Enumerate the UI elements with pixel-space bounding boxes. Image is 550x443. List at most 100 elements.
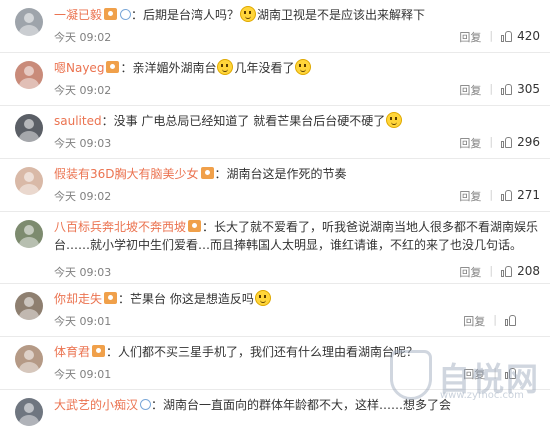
comment-list: 一凝已毅 ：后期是台湾人吗？ 湖南卫视是不是应该出来解释下 今天 09:02 回复 … — [0, 0, 550, 426]
action-divider: | — [489, 264, 494, 277]
reply-button[interactable]: 回复 — [463, 313, 485, 329]
reply-button[interactable]: 回复 — [459, 135, 481, 151]
comment-item: 八百标兵奔北坡不奔西坡 ：长大了就不爱看了，听我爸说湖南当地人很多都不看湖南娱乐台… — [0, 212, 550, 284]
comment-text-part2: 几年没看了 — [234, 61, 295, 75]
username-link[interactable]: 一凝已毅 — [54, 8, 102, 22]
avatar[interactable] — [15, 8, 43, 36]
like-count: 420 — [517, 29, 540, 43]
like-icon[interactable] — [501, 31, 513, 42]
like-count: 208 — [517, 264, 540, 278]
reply-button[interactable]: 回复 — [459, 29, 481, 45]
comment-text: ：亲洋媚外湖南台 — [120, 61, 217, 75]
comment-content: 八百标兵奔北坡不奔西坡 ：长大了就不爱看了，听我爸说湖南当地人很多都不看湖南娱乐台… — [54, 218, 540, 254]
like-icon[interactable] — [505, 315, 516, 326]
comment-content: 假装有36D胸大有脑美少女 ：湖南台这是作死的节奏 — [54, 165, 540, 183]
comment-meta: 今天 09:02 回复 | 271 — [54, 188, 540, 204]
comment-item: saulited：没事 广电总局已经知道了 就看芒果台后台硬不硬了 今天 09:… — [0, 106, 550, 159]
emoji-grin-icon — [295, 59, 312, 75]
comment-time: 今天 09:03 — [54, 137, 112, 150]
like-icon[interactable] — [501, 84, 513, 95]
like-icon[interactable] — [501, 266, 513, 277]
emoji-angry-icon — [254, 290, 271, 306]
comment-time: 今天 09:01 — [54, 315, 112, 328]
comment-text: ：后期是台湾人吗？ — [131, 8, 240, 22]
comment-item: 假装有36D胸大有脑美少女 ：湖南台这是作死的节奏 今天 09:02 回复 | 2… — [0, 159, 550, 212]
username-link[interactable]: 体育君 — [54, 345, 90, 359]
comment-content: 大武艺的小痴汉 ：湖南台一直面向的群体年龄都不大，这样……想多了会 — [54, 396, 540, 414]
like-icon[interactable] — [501, 190, 513, 201]
avatar[interactable] — [15, 292, 43, 320]
comment-meta: 今天 09:01 回复 | — [54, 366, 540, 382]
comment-content: saulited：没事 广电总局已经知道了 就看芒果台后台硬不硬了 — [54, 112, 540, 130]
emoji-bashful-icon — [240, 6, 257, 22]
comment-text: ：没事 广电总局已经知道了 就看芒果台后台硬不硬了 — [101, 114, 386, 128]
comment-text-part2: 湖南卫视是不是应该出来解释下 — [257, 8, 426, 22]
reply-button[interactable]: 回复 — [459, 264, 481, 280]
action-divider: | — [489, 29, 494, 42]
comment-time: 今天 09:01 — [54, 368, 112, 381]
comment-actions: 回复 | — [463, 366, 540, 382]
member-badge-icon — [200, 167, 214, 179]
avatar[interactable] — [15, 220, 43, 248]
comment-item: 嗯Nayeg ：亲洋媚外湖南台 几年没看了 今天 09:02 回复 | 305 — [0, 53, 550, 106]
comment-content: 体育君 ：人们都不买三星手机了，我们还有什么理由看湖南台呢？ — [54, 343, 540, 361]
comment-text: ：人们都不买三星手机了，我们还有什么理由看湖南台呢？ — [106, 345, 419, 359]
comment-text: ：芒果台 你这是想造反吗 — [118, 292, 254, 306]
comment-item: 一凝已毅 ：后期是台湾人吗？ 湖南卫视是不是应该出来解释下 今天 09:02 回复 … — [0, 0, 550, 53]
emoji-bashful-icon — [386, 112, 403, 128]
action-divider: | — [489, 135, 494, 148]
comment-actions: 回复 | — [463, 313, 540, 329]
comment-actions: 回复 | 420 — [459, 29, 540, 45]
comment-meta: 今天 09:01 回复 | — [54, 313, 540, 329]
action-divider: | — [493, 366, 497, 379]
comment-actions: 回复 | 296 — [459, 135, 540, 151]
verified-icon — [120, 9, 132, 20]
username-link[interactable]: saulited — [54, 114, 102, 128]
comment-content: 一凝已毅 ：后期是台湾人吗？ 湖南卫视是不是应该出来解释下 — [54, 6, 540, 24]
avatar[interactable] — [15, 167, 43, 195]
username-link[interactable]: 假装有36D胸大有脑美少女 — [54, 167, 199, 181]
like-count: 296 — [517, 135, 540, 149]
action-divider: | — [489, 188, 494, 201]
comment-actions: 回复 | 208 — [459, 264, 540, 280]
comment-content: 你却走失 ：芒果台 你这是想造反吗 — [54, 290, 540, 308]
member-badge-icon — [92, 345, 106, 357]
username-link[interactable]: 你却走失 — [54, 292, 102, 306]
comment-item: 体育君 ：人们都不买三星手机了，我们还有什么理由看湖南台呢？ 今天 09:01 回… — [0, 337, 550, 390]
comment-item: 大武艺的小痴汉 ：湖南台一直面向的群体年龄都不大，这样……想多了会 — [0, 390, 550, 443]
comment-time: 今天 09:02 — [54, 31, 112, 44]
comment-time: 今天 09:02 — [54, 84, 112, 97]
comment-meta: 今天 09:02 回复 | 305 — [54, 82, 540, 98]
comment-actions: 回复 | 271 — [459, 188, 540, 204]
comment-time: 今天 09:03 — [54, 266, 112, 279]
reply-button[interactable]: 回复 — [459, 82, 481, 98]
avatar[interactable] — [15, 398, 43, 426]
member-badge-icon — [188, 220, 202, 232]
username-link[interactable]: 八百标兵奔北坡不奔西坡 — [54, 220, 186, 234]
comment-content: 嗯Nayeg ：亲洋媚外湖南台 几年没看了 — [54, 59, 540, 77]
comment-text: ：湖南台这是作死的节奏 — [214, 167, 347, 181]
comment-meta: 今天 09:02 回复 | 420 — [54, 29, 540, 45]
action-divider: | — [489, 82, 494, 95]
like-count: 305 — [517, 82, 540, 96]
emoji-sly-icon — [217, 59, 234, 75]
comment-actions: 回复 | 305 — [459, 82, 540, 98]
comment-meta: 今天 09:03 回复 | 296 — [54, 135, 540, 151]
verified-icon — [140, 399, 152, 410]
like-icon[interactable] — [501, 137, 513, 148]
like-icon[interactable] — [505, 368, 516, 379]
comment-item: 你却走失 ：芒果台 你这是想造反吗 今天 09:01 回复 | — [0, 284, 550, 337]
reply-button[interactable]: 回复 — [463, 366, 485, 382]
action-divider: | — [493, 313, 497, 326]
username-link[interactable]: 嗯Nayeg — [54, 61, 104, 75]
reply-button[interactable]: 回复 — [459, 188, 481, 204]
avatar[interactable] — [15, 114, 43, 142]
avatar[interactable] — [15, 345, 43, 373]
avatar[interactable] — [15, 61, 43, 89]
comment-time: 今天 09:02 — [54, 190, 112, 203]
comment-meta: 今天 09:03 回复 | 208 — [54, 264, 540, 280]
member-badge-icon — [106, 61, 120, 73]
like-count: 271 — [517, 188, 540, 202]
member-badge-icon — [104, 292, 118, 304]
member-badge-icon — [104, 8, 118, 20]
